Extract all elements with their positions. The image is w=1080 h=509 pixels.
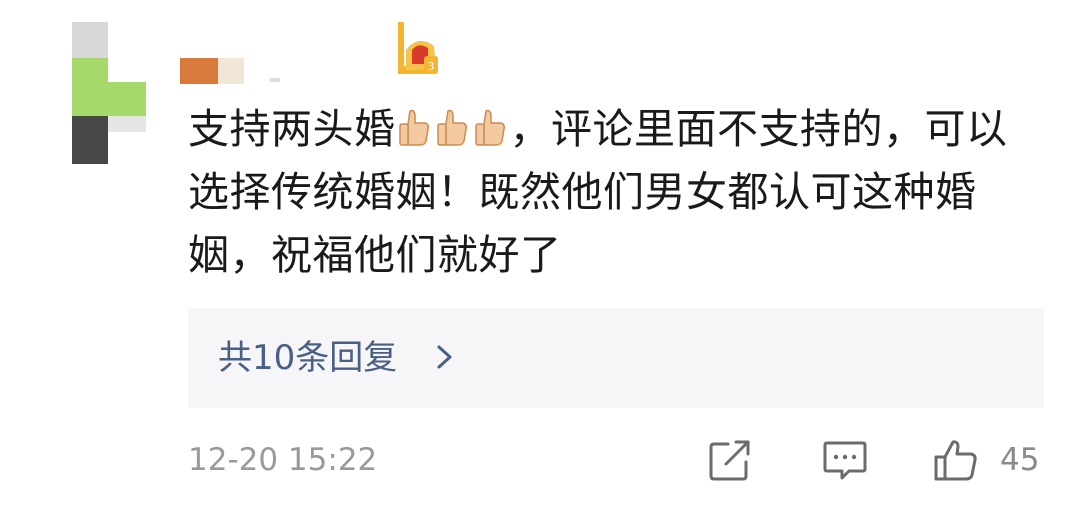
view-replies-button[interactable]: 共10条回复 (188, 308, 1044, 408)
share-icon[interactable] (708, 438, 754, 482)
username-pixel (180, 58, 218, 84)
comment-text: 支持两头婚 ，评论里面不支持的，可以选择传统婚姻！既然他们男女都认可这种婚姻，祝… (188, 98, 1048, 287)
thumbs-up-icon (398, 109, 429, 146)
avatar-pixel (72, 58, 108, 116)
svg-text:3: 3 (428, 60, 435, 73)
username-pixel (218, 58, 244, 84)
avatar-pixel (108, 82, 146, 116)
comment-item: 3 支持两头婚 ，评论里面不支持的，可以选择传统婚姻！既然他们男女都认可这种婚姻… (0, 0, 1080, 509)
thumbs-up-icon (436, 109, 467, 146)
username-redacted[interactable] (180, 58, 280, 86)
level-badge-icon: 3 (398, 22, 438, 74)
replies-count-label: 共10条回复 (218, 338, 398, 378)
thumbs-up-icon (474, 109, 505, 146)
chevron-right-icon (437, 345, 452, 369)
comment-timestamp: 12-20 15:22 (188, 442, 378, 478)
avatar-pixel (72, 116, 108, 164)
avatar-pixel (108, 116, 146, 132)
comment-icon[interactable] (822, 438, 868, 482)
thumbs-up-outline-icon[interactable] (933, 438, 979, 482)
avatar[interactable] (72, 22, 146, 164)
comment-footer: 12-20 15:22 45 (188, 436, 1048, 486)
like-count: 45 (1000, 442, 1040, 478)
username-pixel (270, 78, 280, 82)
comment-text-part1: 支持两头婚 (188, 105, 396, 153)
avatar-pixel (72, 22, 108, 58)
